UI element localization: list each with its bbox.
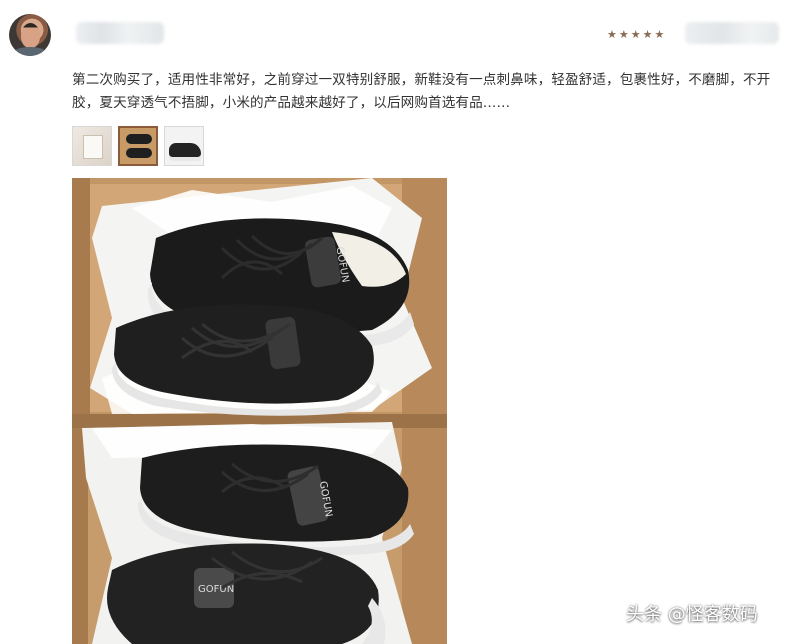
user-avatar[interactable] [9, 14, 51, 56]
blurred-date [685, 22, 779, 44]
thumbnail-strip [72, 126, 204, 166]
watermark: 头条 @怪客数码 [626, 604, 758, 625]
review-text: 第二次购买了，适用性非常好，之前穿过一双特别舒服，新鞋没有一点刺鼻味，轻盈舒适，… [72, 72, 771, 111]
review-page: ★ ★ ★ ★ ★ 第二次购买了，适用性非常好，之前穿过一双特别舒服，新鞋没有一… [0, 0, 789, 644]
thumbnail-shoes-in-box[interactable] [118, 126, 158, 166]
star-icon: ★ [630, 28, 641, 41]
review-photo[interactable]: GOFUN GOFUN GOFUN [72, 178, 447, 644]
star-icon: ★ [618, 28, 629, 41]
star-icon: ★ [607, 28, 617, 41]
star-icon: ★ [642, 28, 653, 41]
shoe-bottom-2: GOFUN [107, 543, 386, 644]
thumbnail-box-label[interactable] [72, 126, 112, 166]
avatar-shirt [12, 47, 48, 56]
thumbnail-shoe-side[interactable] [164, 126, 204, 166]
blurred-username [76, 22, 164, 44]
avatar-face [21, 23, 40, 48]
star-icon: ★ [654, 28, 665, 41]
rating-stars: ★ ★ ★ ★ ★ [607, 28, 664, 42]
